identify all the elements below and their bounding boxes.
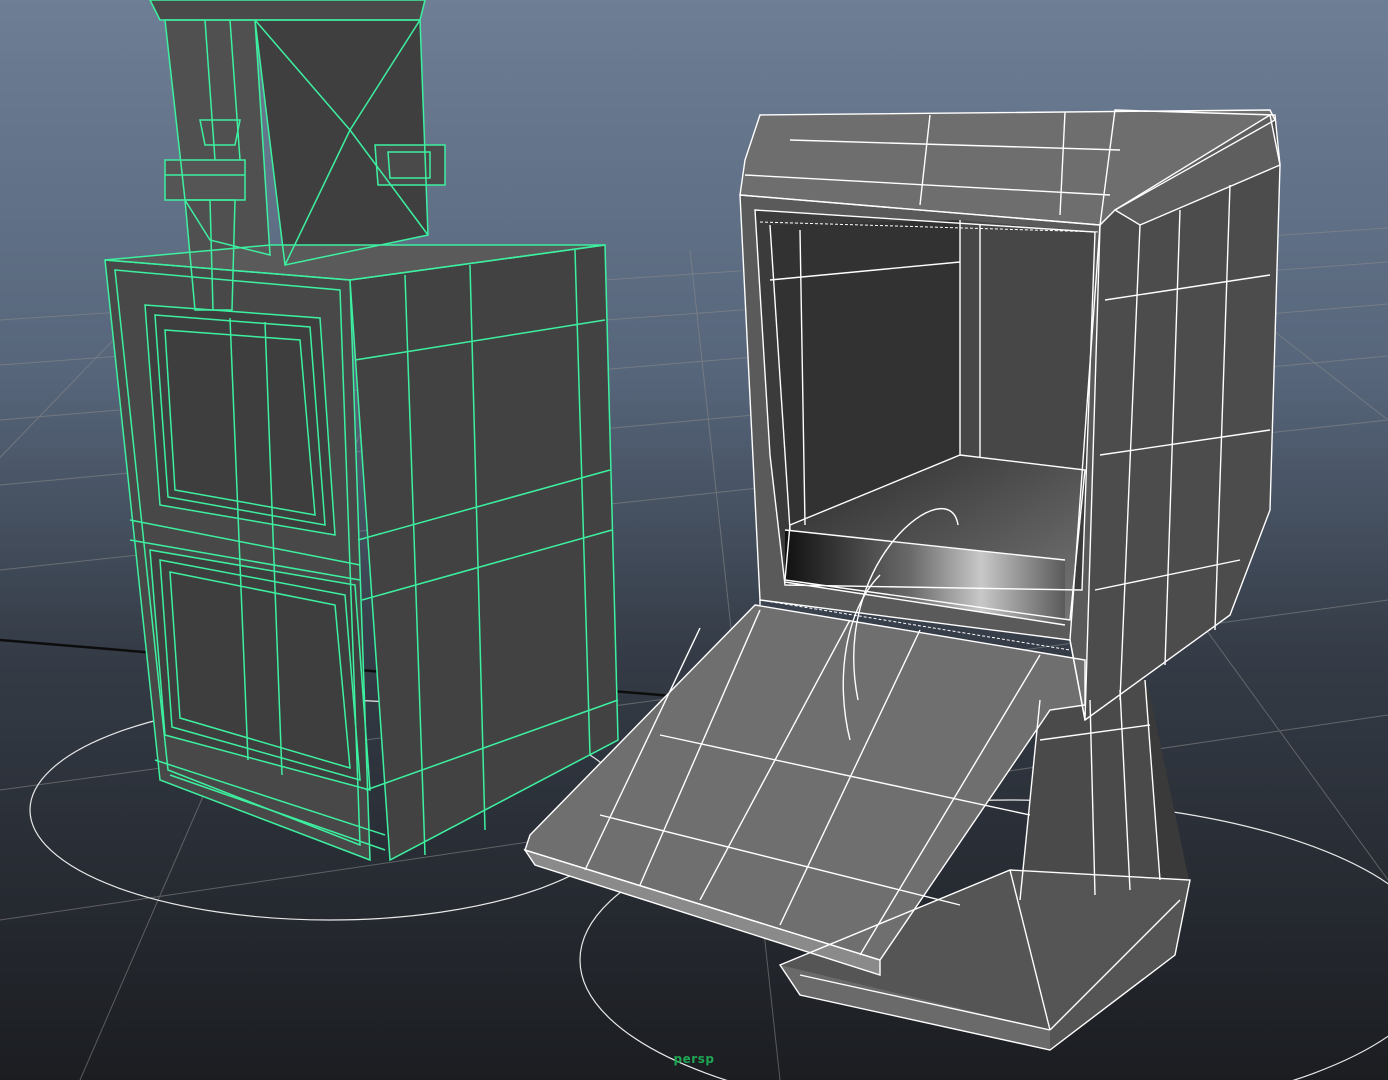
viewport-canvas[interactable] <box>0 0 1388 1080</box>
camera-label: persp <box>673 1052 715 1066</box>
perspective-viewport[interactable]: persp <box>0 0 1388 1080</box>
